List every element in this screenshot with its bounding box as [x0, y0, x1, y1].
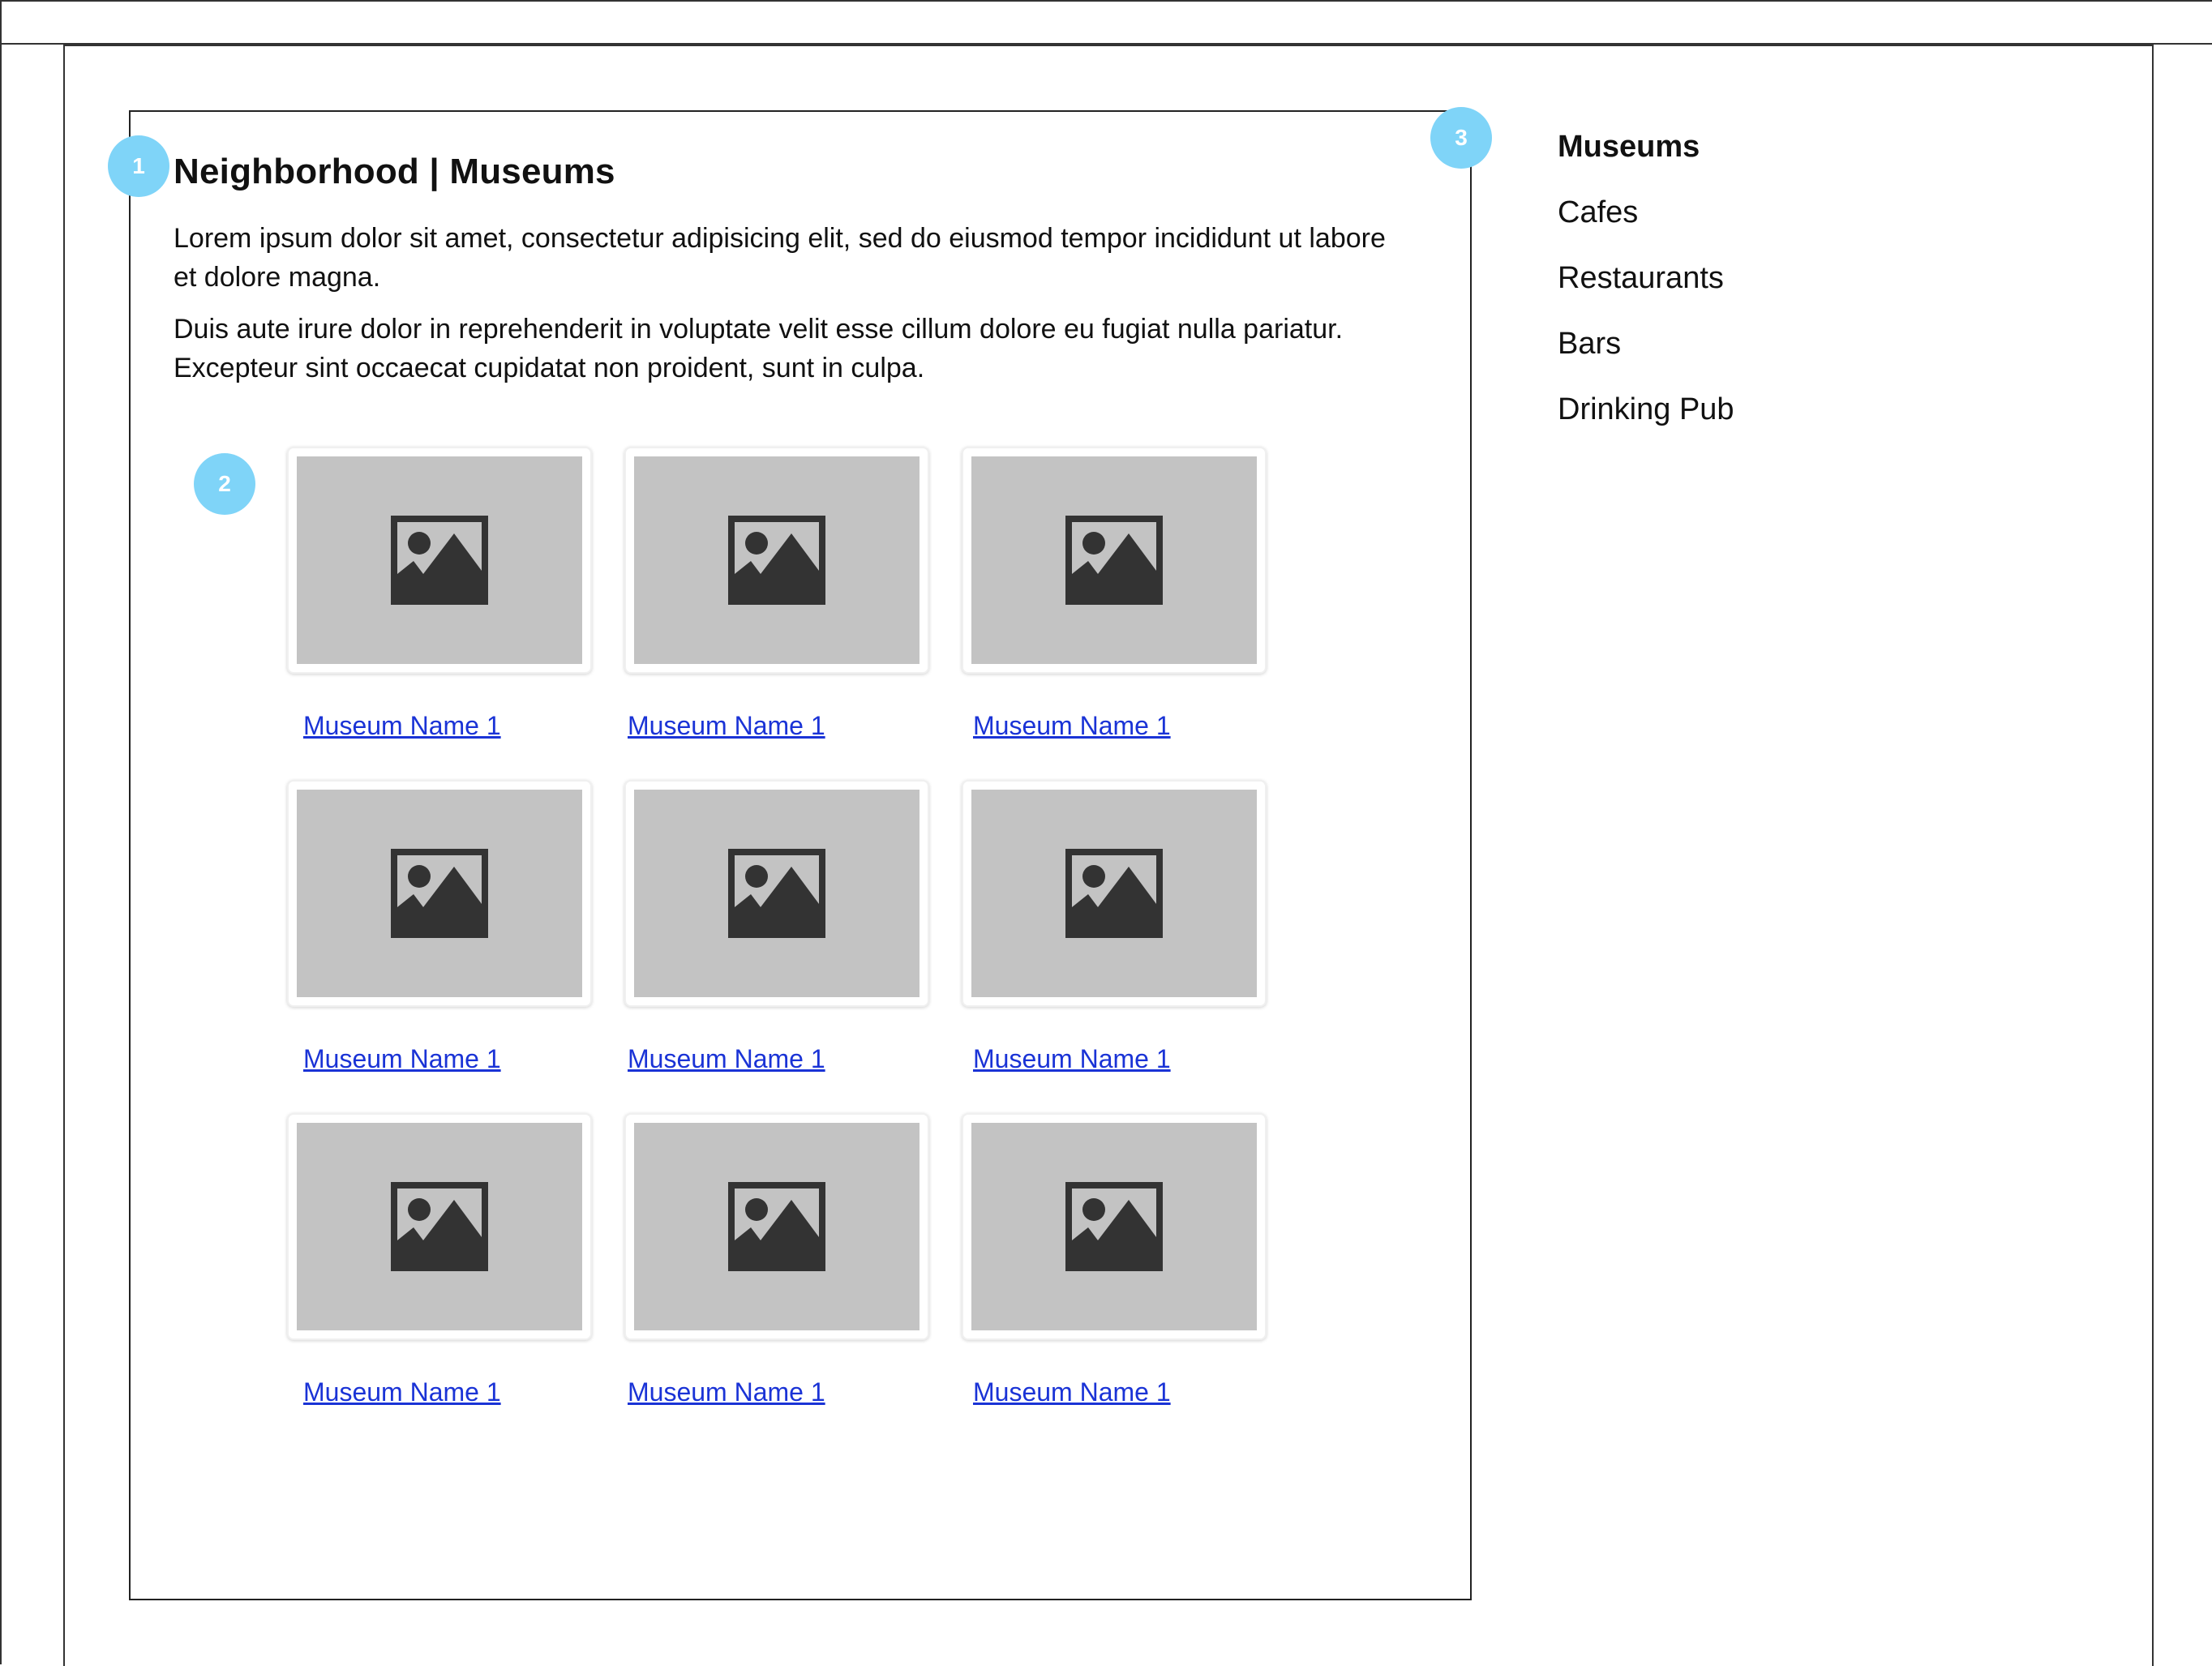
intro-paragraph-1: Lorem ipsum dolor sit amet, consectetur …: [174, 223, 1386, 293]
museum-name-link[interactable]: Museum Name 1: [628, 709, 825, 742]
museum-card-grid: Museum Name 1 Museum Name 1 Museum Name …: [287, 447, 1268, 1420]
image-placeholder-icon: [391, 849, 488, 938]
museum-name-link[interactable]: Museum Name 1: [973, 1376, 1171, 1408]
museum-card[interactable]: [624, 1113, 929, 1340]
museum-card[interactable]: [624, 447, 929, 674]
museum-card[interactable]: [962, 447, 1267, 674]
museum-image-placeholder: [297, 456, 582, 664]
museum-image-placeholder: [634, 790, 920, 997]
sidebar-item-drinking-pub[interactable]: Drinking Pub: [1558, 392, 1963, 426]
museum-image-placeholder: [971, 790, 1257, 997]
sidebar-item-cafes[interactable]: Cafes: [1558, 195, 1963, 229]
image-placeholder-icon: [391, 516, 488, 605]
museum-image-placeholder: [297, 1123, 582, 1330]
top-header-bar: [0, 0, 2212, 45]
page-title: Neighborhood | Museums: [174, 152, 615, 191]
image-placeholder-icon: [391, 1182, 488, 1271]
image-placeholder-icon: [728, 1182, 825, 1271]
museum-name-link[interactable]: Museum Name 1: [628, 1043, 825, 1075]
image-placeholder-icon: [1065, 849, 1163, 938]
intro-paragraph-2: Duis aute irure dolor in reprehenderit i…: [174, 314, 1344, 383]
annotation-badge-3: 3: [1430, 107, 1492, 169]
museum-image-placeholder: [971, 456, 1257, 664]
museum-name-link[interactable]: Museum Name 1: [973, 1043, 1171, 1075]
category-sidebar: Museums Cafes Restaurants Bars Drinking …: [1558, 130, 1963, 458]
museum-card[interactable]: [287, 780, 592, 1007]
image-placeholder-icon: [1065, 1182, 1163, 1271]
museum-card[interactable]: [624, 780, 929, 1007]
museum-image-placeholder: [971, 1123, 1257, 1330]
museum-name-link[interactable]: Museum Name 1: [303, 1376, 501, 1408]
sidebar-item-bars[interactable]: Bars: [1558, 327, 1963, 361]
sidebar-item-museums[interactable]: Museums: [1558, 130, 1963, 164]
museum-name-link[interactable]: Museum Name 1: [303, 1043, 501, 1075]
museum-image-placeholder: [634, 1123, 920, 1330]
museum-name-link[interactable]: Museum Name 1: [973, 709, 1171, 742]
image-placeholder-icon: [1065, 516, 1163, 605]
museum-card[interactable]: [962, 1113, 1267, 1340]
museum-name-link[interactable]: Museum Name 1: [628, 1376, 825, 1408]
museum-card[interactable]: [962, 780, 1267, 1007]
museum-card[interactable]: [287, 1113, 592, 1340]
annotation-badge-2: 2: [194, 453, 255, 515]
museum-card[interactable]: [287, 447, 592, 674]
sidebar-item-restaurants[interactable]: Restaurants: [1558, 261, 1963, 295]
annotation-badge-1: 1: [108, 135, 169, 197]
image-placeholder-icon: [728, 516, 825, 605]
museum-image-placeholder: [297, 790, 582, 997]
museum-image-placeholder: [634, 456, 920, 664]
museum-name-link[interactable]: Museum Name 1: [303, 709, 501, 742]
image-placeholder-icon: [728, 849, 825, 938]
window-left-edge: [0, 0, 2, 1664]
